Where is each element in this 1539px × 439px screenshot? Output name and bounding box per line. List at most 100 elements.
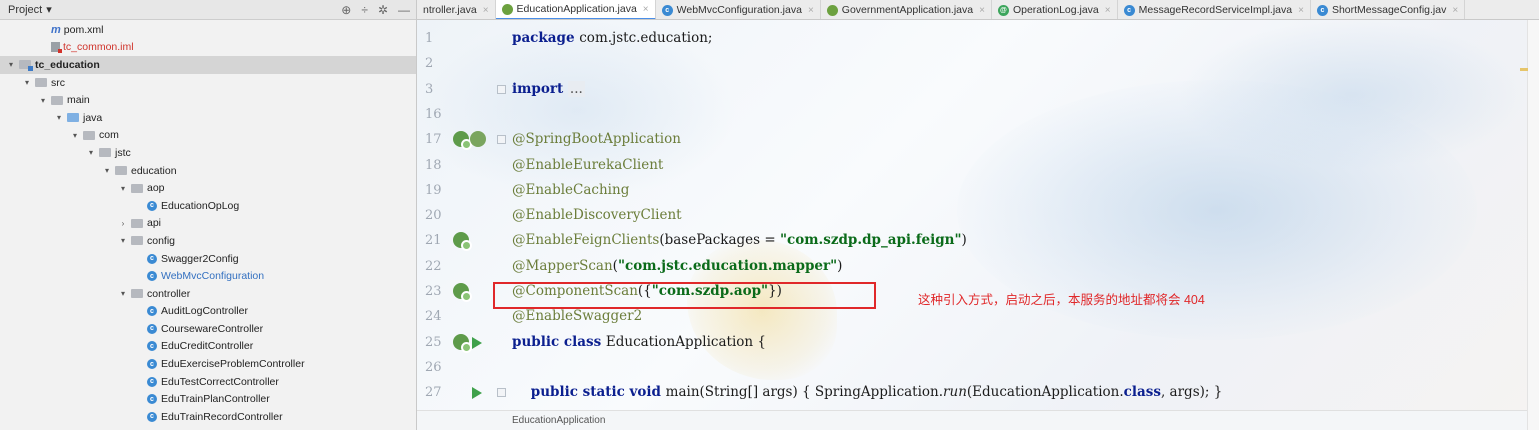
tree-node[interactable]: tc_common.iml	[0, 39, 416, 57]
code-line[interactable]: public static void main(String[] args) {…	[512, 380, 1223, 405]
code-line[interactable]: @SpringBootApplication	[512, 127, 681, 152]
code-token: class	[1123, 384, 1161, 401]
line-number: 24	[425, 309, 442, 325]
tree-node[interactable]: m pom.xml	[0, 21, 416, 39]
spring-bean-icon[interactable]	[453, 131, 472, 151]
code-line[interactable]: @EnableFeignClients(basePackages = "com.…	[512, 228, 967, 253]
code-token: package	[512, 30, 580, 46]
tree-node[interactable]: › api	[0, 215, 416, 233]
hide-panel-icon[interactable]: —	[398, 3, 410, 17]
chevron-down-icon[interactable]: ▾	[54, 113, 64, 122]
code-token: @EnableEurekaClient	[512, 156, 664, 173]
spring-bean-icon[interactable]	[453, 333, 472, 353]
chevron-right-icon[interactable]: ›	[118, 219, 128, 228]
editor-tab[interactable]: GovernmentApplication.java ×	[821, 0, 992, 19]
gear-icon[interactable]: ✲	[378, 3, 388, 17]
code-line[interactable]: public class EducationApplication {	[512, 330, 766, 355]
module-icon	[19, 60, 33, 72]
annotation-icon: @	[997, 4, 1009, 16]
code-token: @SpringBootApplication	[512, 131, 681, 148]
editor-tab[interactable]: c WebMvcConfiguration.java ×	[656, 0, 821, 19]
code-area[interactable]: package com.jstc.education; import ... @Sp…	[512, 20, 1527, 410]
tree-node[interactable]: ▾ src	[0, 74, 416, 92]
project-title: Project	[8, 3, 43, 16]
chevron-down-icon[interactable]: ▾	[118, 289, 128, 298]
line-number: 1	[425, 31, 434, 46]
chevron-down-icon[interactable]: ▾	[70, 131, 80, 140]
editor-tab[interactable]: c ShortMessageConfig.jav ×	[1311, 0, 1466, 19]
run-icon[interactable]	[472, 336, 482, 349]
code-token: (EducationApplication.	[966, 384, 1124, 401]
close-icon[interactable]: ×	[643, 4, 649, 15]
project-view-selector[interactable]: Project ▾	[8, 3, 52, 17]
tree-node[interactable]: c EducationOpLog	[0, 197, 416, 215]
tree-node[interactable]: ▾ controller	[0, 285, 416, 303]
package-icon	[131, 183, 143, 193]
run-icon[interactable]	[472, 387, 482, 400]
tree-node[interactable]: c EduExerciseProblemController	[0, 355, 416, 373]
tree-node[interactable]: c WebMvcConfiguration	[0, 267, 416, 285]
fold-icon[interactable]	[497, 84, 506, 94]
code-editor[interactable]: 1 2 3 16 17 18 19 20 21 22 23 24 25 26 27 package com.…	[417, 20, 1527, 410]
tree-node-label: AuditLogController	[161, 305, 248, 318]
code-token: "com.szdp.dp_api.feign"	[779, 232, 962, 249]
code-line[interactable]: @EnableEurekaClient	[512, 153, 663, 178]
chevron-down-icon[interactable]: ▾	[102, 166, 112, 175]
chevron-down-icon[interactable]: ▾	[86, 148, 96, 157]
editor-tab[interactable]: c MessageRecordServiceImpl.java ×	[1118, 0, 1311, 19]
tree-node[interactable]: c EduCreditController	[0, 338, 416, 356]
tree-node[interactable]: ▾ jstc	[0, 144, 416, 162]
code-line[interactable]: @EnableCaching	[512, 178, 629, 203]
tab-label: EducationApplication.java	[516, 3, 637, 15]
tree-node[interactable]: c EduTrainRecordController	[0, 408, 416, 426]
close-icon[interactable]: ×	[483, 5, 489, 16]
locate-file-icon[interactable]: ⊕	[341, 3, 351, 17]
fold-icon[interactable]	[497, 388, 506, 398]
editor-scrollbar[interactable]	[1527, 20, 1539, 430]
tree-node[interactable]: ▾ aop	[0, 179, 416, 197]
collapse-all-icon[interactable]: ÷	[361, 3, 368, 17]
chevron-down-icon[interactable]: ▾	[6, 60, 16, 69]
code-token: run	[943, 384, 967, 401]
code-line[interactable]: @MapperScan("com.jstc.education.mapper")	[512, 254, 842, 279]
tree-node[interactable]: ▾ main	[0, 91, 416, 109]
spring-bean-icon[interactable]	[453, 232, 472, 252]
chevron-down-icon[interactable]: ▾	[118, 184, 128, 193]
code-line[interactable]: @EnableDiscoveryClient	[512, 203, 682, 228]
tree-node[interactable]: ▾ config	[0, 232, 416, 250]
folder-icon	[35, 78, 47, 88]
code-line[interactable]: package com.jstc.education;	[512, 26, 712, 51]
tree-node[interactable]: c CoursewareController	[0, 320, 416, 338]
gutter-line: 1	[417, 26, 512, 51]
spring-bean-icon[interactable]	[453, 283, 472, 302]
gutter-line: 18	[417, 153, 512, 178]
close-icon[interactable]: ×	[1452, 5, 1458, 16]
close-icon[interactable]: ×	[1298, 5, 1304, 16]
chevron-down-icon[interactable]: ▾	[22, 78, 32, 87]
tree-node[interactable]: c AuditLogController	[0, 303, 416, 321]
fold-icon[interactable]	[497, 135, 506, 145]
code-line[interactable]: import ...	[512, 77, 585, 102]
project-tree: m pom.xml tc_common.iml ▾ tc_education ▾ src ▾ m…	[0, 20, 416, 426]
tree-node[interactable]: c EduTestCorrectController	[0, 373, 416, 391]
scrollbar-warning-marker[interactable]	[1520, 68, 1528, 71]
tree-node[interactable]: c EduTrainPlanController	[0, 390, 416, 408]
spring-bean-icon[interactable]	[470, 131, 486, 148]
editor-tab[interactable]: ntroller.java ×	[417, 0, 496, 19]
close-icon[interactable]: ×	[979, 5, 985, 16]
editor-tab[interactable]: @ OperationLog.java ×	[992, 0, 1118, 19]
editor-tab[interactable]: EducationApplication.java ×	[495, 0, 656, 19]
tree-node[interactable]: ▾ java	[0, 109, 416, 127]
close-icon[interactable]: ×	[1105, 5, 1111, 16]
chevron-down-icon[interactable]: ▾	[38, 96, 48, 105]
chevron-down-icon[interactable]: ▾	[118, 236, 128, 245]
editor-breadcrumb[interactable]: EducationApplication	[417, 410, 1527, 430]
tree-node[interactable]: ▾ com	[0, 127, 416, 145]
tree-node[interactable]: ▾ education	[0, 162, 416, 180]
breadcrumb-item[interactable]: EducationApplication	[512, 415, 605, 426]
tree-node[interactable]: c Swagger2Config	[0, 250, 416, 268]
chevron-down-icon: ▾	[46, 4, 52, 16]
tree-node[interactable]: ▾ tc_education	[0, 56, 416, 74]
tree-node-label: EduExerciseProblemController	[161, 358, 305, 371]
close-icon[interactable]: ×	[808, 5, 814, 16]
